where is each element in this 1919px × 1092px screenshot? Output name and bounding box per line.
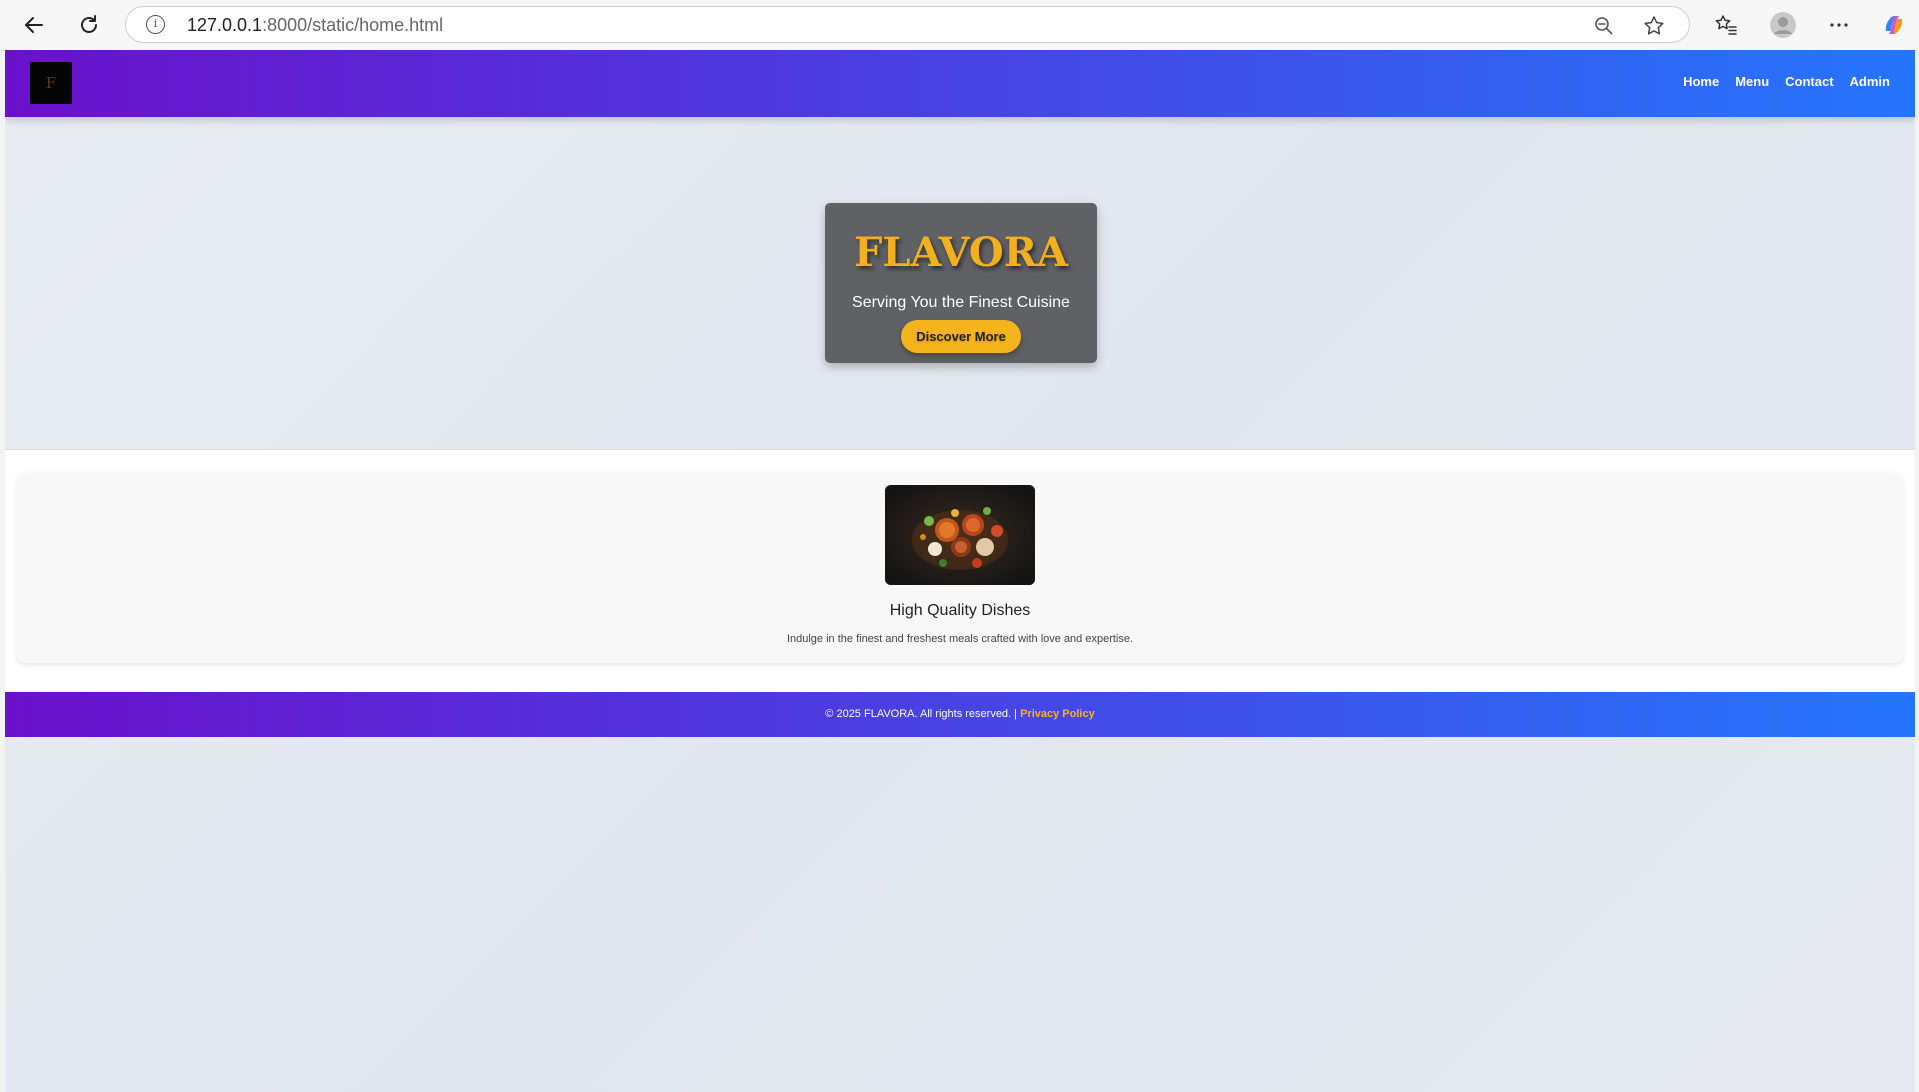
- navbar: F Home Menu Contact Admin: [5, 50, 1915, 117]
- features-section: High Quality Dishes Indulge in the fines…: [5, 449, 1915, 693]
- nav-link-contact[interactable]: Contact: [1785, 74, 1833, 89]
- hero-card: FLAVORA Serving You the Finest Cuisine D…: [825, 203, 1097, 363]
- page-viewport: F Home Menu Contact Admin FLAVORA Servin…: [5, 50, 1915, 1092]
- privacy-policy-link[interactable]: Privacy Policy: [1020, 708, 1095, 720]
- feature-title: High Quality Dishes: [889, 602, 1031, 619]
- copilot-icon[interactable]: [1878, 9, 1910, 41]
- hero-title: FLAVORA: [853, 229, 1069, 276]
- favorites-list-icon[interactable]: [1710, 9, 1742, 41]
- nav-link-menu[interactable]: Menu: [1735, 74, 1769, 89]
- more-icon[interactable]: [1823, 9, 1855, 41]
- nav-link-home[interactable]: Home: [1683, 74, 1719, 89]
- browser-toolbar: i 127.0.0.1:8000/static/home.html: [0, 0, 1919, 51]
- food-dishes-image: [885, 485, 1035, 585]
- feature-description: Indulge in the finest and freshest meals…: [786, 633, 1134, 645]
- reload-icon[interactable]: [73, 9, 105, 41]
- profile-icon[interactable]: [1767, 9, 1799, 41]
- site-info-icon[interactable]: i: [146, 15, 165, 34]
- logo-mark-icon: F: [45, 74, 57, 92]
- nav-links: Home Menu Contact Admin: [1683, 74, 1890, 89]
- back-arrow-icon[interactable]: [18, 9, 50, 41]
- discover-more-button[interactable]: Discover More: [901, 320, 1021, 353]
- favorite-star-icon[interactable]: [1641, 13, 1667, 39]
- address-url[interactable]: 127.0.0.1:8000/static/home.html: [187, 15, 443, 36]
- zoom-out-icon[interactable]: [1591, 13, 1617, 39]
- hero-subtitle: Serving You the Finest Cuisine: [852, 294, 1070, 311]
- footer-copyright: © 2025 FLAVORA. All rights reserved. |: [825, 708, 1021, 720]
- nav-link-admin[interactable]: Admin: [1850, 74, 1890, 89]
- logo[interactable]: F: [30, 62, 72, 104]
- feature-card: High Quality Dishes Indulge in the fines…: [17, 473, 1903, 663]
- address-bar[interactable]: i 127.0.0.1:8000/static/home.html: [125, 6, 1690, 43]
- footer: © 2025 FLAVORA. All rights reserved. | P…: [5, 692, 1915, 737]
